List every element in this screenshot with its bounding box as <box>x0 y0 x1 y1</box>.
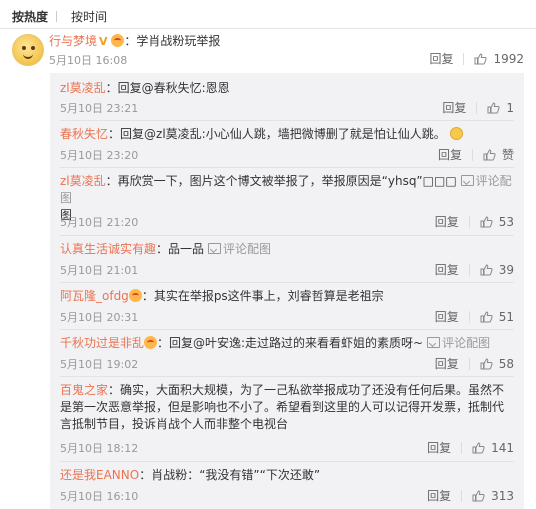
reply-text: ：肖战粉：“我没有错”“下次还敢” <box>139 468 321 482</box>
comment-picture-link[interactable]: 评论配图 <box>442 336 490 350</box>
reply-text: ：确实，大面积大规模，为了一己私欲举报成功了还没有任何后果。虽然不 <box>108 383 505 397</box>
reply-text: ：回复@叶安逸:走过路过的来看看虾姐的素质呀~ <box>157 336 424 350</box>
reply-username[interactable]: 千秋功过是非乱 <box>60 336 144 350</box>
comment-time: 5月10日 16:08 <box>49 54 128 67</box>
reply-button[interactable]: 回复 <box>435 213 459 230</box>
reply-username[interactable]: 还是我EANNO <box>60 468 139 482</box>
like-button[interactable]: 53 <box>480 215 514 229</box>
reply-username[interactable]: zl莫凌乱 <box>60 174 106 188</box>
like-count: 1 <box>506 101 514 115</box>
like-button[interactable]: 141 <box>472 441 514 455</box>
reply-button[interactable]: 回复 <box>427 487 451 504</box>
thumb-up-icon <box>483 149 496 161</box>
reply-text: ：品一品 <box>156 242 205 256</box>
reply-item: zl莫凌乱：再欣赏一下，图片这个博文被举报了，举报原因是“yhsq”□□□ 评论配… <box>60 173 514 229</box>
thumb-up-icon <box>472 490 485 502</box>
thumb-up-icon <box>480 311 493 323</box>
reply-text-line: 言抵制节目，投诉肖战个人而非整个电视台 <box>60 417 289 431</box>
thumb-up-icon <box>480 216 493 228</box>
divider <box>60 120 514 121</box>
picture-icon[interactable] <box>427 337 441 348</box>
picture-icon[interactable] <box>208 243 222 254</box>
reply-time: 5月10日 20:31 <box>60 311 139 324</box>
like-button[interactable]: 1992 <box>474 52 524 66</box>
divider <box>60 235 514 236</box>
comment-picture-link[interactable]: 评论配图 <box>223 242 271 256</box>
like-count: 51 <box>498 310 514 324</box>
reply-time: 5月10日 21:20 <box>60 216 139 229</box>
reply-item: 还是我EANNO：肖战粉：“我没有错”“下次还敢” 5月10日 16:10 回复… <box>60 467 514 503</box>
reply-button[interactable]: 回复 <box>427 439 451 456</box>
avatar[interactable] <box>12 34 44 66</box>
emoji-icon <box>128 289 142 302</box>
like-button[interactable]: 51 <box>480 310 514 324</box>
like-button[interactable]: 313 <box>472 489 514 503</box>
sort-separator <box>56 11 58 22</box>
emoji-icon <box>144 336 158 349</box>
divider <box>60 282 514 283</box>
like-count: 1992 <box>493 52 524 66</box>
reply-button[interactable]: 回复 <box>435 261 459 278</box>
like-button[interactable]: 39 <box>480 263 514 277</box>
replies-panel: zl莫凌乱：回复@春秋失忆:恩恩 5月10日 23:21 回复 1 春秋失忆：回复… <box>50 73 524 509</box>
reply-button[interactable]: 回复 <box>442 99 466 116</box>
reply-time: 5月10日 16:10 <box>60 490 139 503</box>
tab-sort-hot[interactable]: 按热度 <box>12 8 48 25</box>
like-count: 141 <box>491 441 514 455</box>
reply-button[interactable]: 回复 <box>429 50 453 67</box>
like-button[interactable]: 1 <box>487 101 514 115</box>
reply-item: 春秋失忆：回复@zl莫凌乱:小心仙人跳，墙把微博删了就是怕让仙人跳。 5月10日… <box>60 126 514 162</box>
like-count: 58 <box>498 357 514 371</box>
reply-username[interactable]: zl莫凌乱 <box>60 81 106 95</box>
like-count: 313 <box>491 489 514 503</box>
thumb-up-icon <box>472 442 485 454</box>
reply-button[interactable]: 回复 <box>435 308 459 325</box>
emoji-icon <box>111 34 125 47</box>
sort-bar: 按热度 按时间 <box>12 8 107 26</box>
reply-username[interactable]: 阿瓦隆_ofdg <box>60 289 129 303</box>
divider <box>60 329 514 330</box>
reply-button[interactable]: 回复 <box>438 146 462 163</box>
thumb-up-icon <box>487 102 500 114</box>
tab-sort-time[interactable]: 按时间 <box>71 8 107 25</box>
divider <box>60 167 514 168</box>
main-comment: 行与梦境 V ：学肖战粉玩举报 5月10日 16:08 回复 1992 <box>49 33 524 69</box>
comment-username[interactable]: 行与梦境 <box>49 34 97 48</box>
divider <box>60 461 514 462</box>
thumb-up-icon <box>480 358 493 370</box>
reply-text: ：再欣赏一下，图片这个博文被举报了，举报原因是“yhsq”□□□ <box>105 174 457 188</box>
like-count: 53 <box>498 215 514 229</box>
reply-item: 百鬼之家：确实，大面积大规模，为了一己私欲举报成功了还没有任何后果。虽然不 是第… <box>60 382 514 456</box>
reply-text-line: 是第一次恶意举报，但是影响也不小了。希望看到这里的人可以记得开发票，抵制代 <box>60 400 505 414</box>
reply-item: 认真生活诚实有趣：品一品 评论配图 5月10日 21:01 回复 39 <box>60 241 514 277</box>
reply-text: ：回复@春秋失忆:恩恩 <box>105 81 230 95</box>
reply-button[interactable]: 回复 <box>435 355 459 372</box>
reply-item: zl莫凌乱：回复@春秋失忆:恩恩 5月10日 23:21 回复 1 <box>60 80 514 116</box>
reply-username[interactable]: 春秋失忆 <box>60 127 108 141</box>
picture-icon[interactable] <box>460 175 474 186</box>
divider <box>60 376 514 377</box>
reply-username[interactable]: 认真生活诚实有趣 <box>60 242 156 256</box>
reply-time: 5月10日 19:02 <box>60 358 139 371</box>
vip-v-icon: V <box>99 35 108 48</box>
reply-item: 千秋功过是非乱 ：回复@叶安逸:走过路过的来看看虾姐的素质呀~ 评论配图 5月10日… <box>60 335 514 371</box>
like-count: 39 <box>498 263 514 277</box>
like-button[interactable]: 58 <box>480 357 514 371</box>
comment-actions: 回复 1992 <box>429 50 524 67</box>
like-count: 赞 <box>501 148 514 162</box>
comment-text: ：学肖战粉玩举报 <box>124 34 221 48</box>
thumb-up-icon <box>480 264 493 276</box>
reply-text: ：回复@zl莫凌乱:小心仙人跳，墙把微博删了就是怕让仙人跳。 <box>108 127 446 141</box>
reply-time: 5月10日 18:12 <box>60 442 139 455</box>
divider <box>0 28 536 29</box>
emoji-icon <box>449 127 463 140</box>
reply-item: 阿瓦隆_ofdg ：其实在举报ps这件事上，刘睿哲算是老祖宗 5月10日 20:3… <box>60 288 514 324</box>
like-button[interactable]: 赞 <box>483 146 514 163</box>
reply-time: 5月10日 23:21 <box>60 102 139 115</box>
reply-username[interactable]: 百鬼之家 <box>60 383 108 397</box>
reply-text: ：其实在举报ps这件事上，刘睿哲算是老祖宗 <box>141 289 384 303</box>
thumb-up-icon <box>474 53 488 65</box>
reply-time: 5月10日 21:01 <box>60 264 139 277</box>
reply-time: 5月10日 23:20 <box>60 149 139 162</box>
